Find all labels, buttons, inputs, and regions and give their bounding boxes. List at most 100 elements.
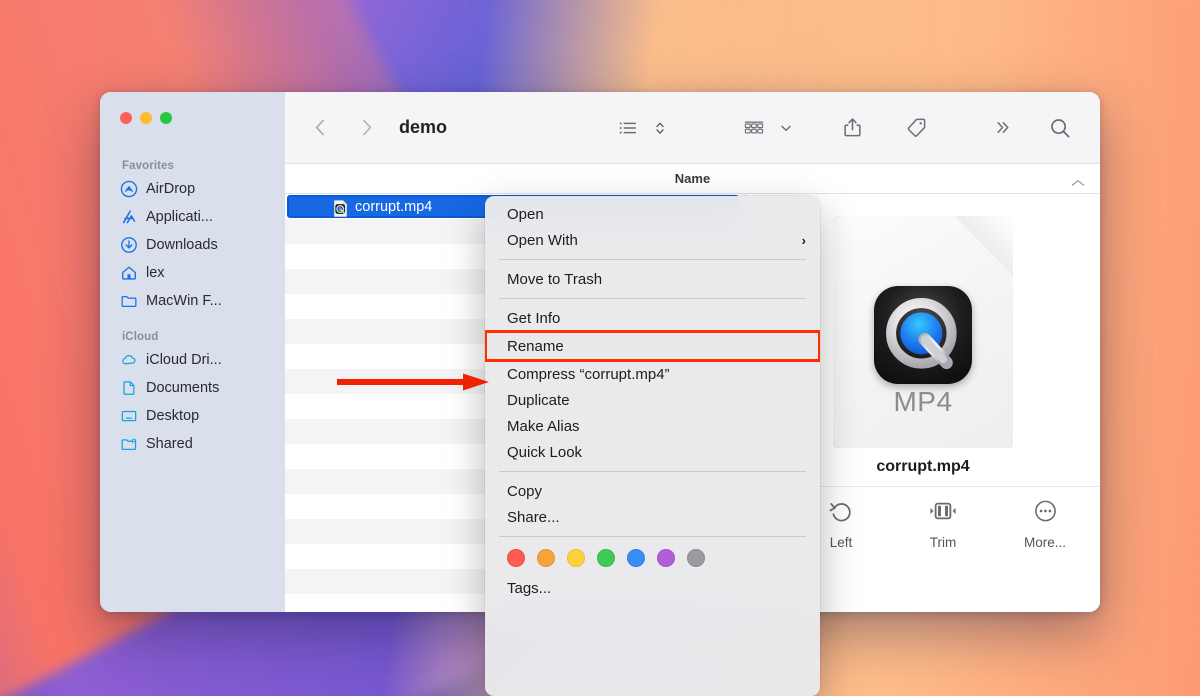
menu-item-label: Open With bbox=[507, 231, 578, 249]
zoom-button[interactable] bbox=[160, 112, 172, 124]
sidebar-item-label: lex bbox=[146, 264, 165, 281]
menu-item-label: Duplicate bbox=[507, 391, 570, 409]
menu-item-quick-look[interactable]: Quick Look bbox=[485, 439, 820, 465]
sort-chevrons-button[interactable] bbox=[648, 111, 672, 145]
menu-item-share[interactable]: Share... bbox=[485, 504, 820, 530]
close-button[interactable] bbox=[120, 112, 132, 124]
quicktime-icon bbox=[874, 286, 972, 384]
sidebar-item-label: Shared bbox=[146, 435, 193, 452]
menu-item-label: Compress “corrupt.mp4” bbox=[507, 365, 670, 383]
sidebar-item-label: AirDrop bbox=[146, 180, 196, 197]
back-button[interactable] bbox=[303, 111, 337, 145]
file-name-label: corrupt.mp4 bbox=[355, 198, 433, 215]
sidebar-item-shared[interactable]: Shared bbox=[100, 430, 285, 458]
airdrop-icon bbox=[120, 180, 138, 198]
file-type-label: MP4 bbox=[893, 386, 953, 417]
menu-item-label: Get Info bbox=[507, 309, 561, 327]
menu-item-open-with[interactable]: Open With › bbox=[485, 227, 820, 253]
sidebar-section-favorites-title: Favorites bbox=[122, 160, 175, 172]
sidebar-item-home[interactable]: lex bbox=[100, 259, 285, 287]
menu-item-make-alias[interactable]: Make Alias bbox=[485, 413, 820, 439]
sidebar-item-documents[interactable]: Documents bbox=[100, 374, 285, 402]
sidebar-item-desktop[interactable]: Desktop bbox=[100, 402, 285, 430]
menu-item-label: Move to Trash bbox=[507, 270, 603, 288]
window-title: demo bbox=[399, 117, 448, 137]
menu-item-duplicate[interactable]: Duplicate bbox=[485, 387, 820, 413]
icloud-icon bbox=[120, 351, 138, 369]
folder-icon bbox=[120, 292, 138, 310]
annotation-arrow bbox=[337, 372, 492, 392]
sidebar-item-downloads[interactable]: Downloads bbox=[100, 231, 285, 259]
sidebar-item-label: Applicati... bbox=[146, 208, 213, 225]
tag-button[interactable] bbox=[896, 111, 936, 145]
menu-item-label: Tags... bbox=[507, 579, 552, 597]
menu-item-compress[interactable]: Compress “corrupt.mp4” bbox=[485, 361, 820, 387]
menu-item-get-info[interactable]: Get Info bbox=[485, 305, 820, 331]
menu-item-move-to-trash[interactable]: Move to Trash bbox=[485, 266, 820, 292]
minimize-button[interactable] bbox=[140, 112, 152, 124]
tag-swatch-yellow[interactable] bbox=[567, 549, 585, 567]
sidebar-item-applications[interactable]: Applicati... bbox=[100, 203, 285, 231]
column-header-name[interactable]: Name bbox=[285, 171, 1100, 186]
sidebar-item-airdrop[interactable]: AirDrop bbox=[100, 175, 285, 203]
sidebar-item-label: Downloads bbox=[146, 236, 218, 253]
sidebar-item-label: MacWin F... bbox=[146, 292, 222, 309]
sidebar-item-macwin-folder[interactable]: MacWin F... bbox=[100, 287, 285, 315]
menu-item-open[interactable]: Open bbox=[485, 201, 820, 227]
more-action[interactable]: More... bbox=[1013, 499, 1077, 550]
chevron-up-icon bbox=[1070, 175, 1086, 193]
sidebar-section-icloud-title: iCloud bbox=[122, 331, 159, 343]
document-icon bbox=[120, 379, 138, 397]
forward-button[interactable] bbox=[349, 111, 383, 145]
trim-action[interactable]: Trim bbox=[911, 499, 975, 550]
menu-item-label: Make Alias bbox=[507, 417, 580, 435]
menu-item-tags[interactable]: Tags... bbox=[485, 575, 820, 601]
search-button[interactable] bbox=[1040, 111, 1080, 145]
menu-separator bbox=[499, 471, 806, 472]
tag-swatch-red[interactable] bbox=[507, 549, 525, 567]
file-preview-icon: MP4 bbox=[833, 216, 1013, 448]
quicktime-file-icon bbox=[331, 199, 350, 222]
applications-icon bbox=[120, 208, 138, 226]
share-button[interactable] bbox=[832, 111, 872, 145]
menu-item-label: Copy bbox=[507, 482, 543, 500]
tag-swatch-gray[interactable] bbox=[687, 549, 705, 567]
menu-item-label: Open bbox=[507, 205, 544, 223]
sidebar-item-label: Desktop bbox=[146, 407, 200, 424]
view-controls bbox=[608, 111, 672, 145]
column-header: Name bbox=[285, 164, 1100, 194]
toolbar: demo bbox=[285, 92, 1100, 164]
action-label: Trim bbox=[929, 535, 957, 550]
home-icon bbox=[120, 264, 138, 282]
list-view-button[interactable] bbox=[608, 111, 648, 145]
more-ellipsis-icon bbox=[1032, 499, 1059, 528]
tag-color-swatches bbox=[485, 543, 820, 571]
action-label: More... bbox=[1023, 535, 1066, 550]
menu-item-rename[interactable]: Rename bbox=[485, 330, 820, 362]
menu-separator bbox=[499, 259, 806, 260]
action-label: Left bbox=[829, 535, 853, 550]
sidebar-item-icloud-drive[interactable]: iCloud Dri... bbox=[100, 346, 285, 374]
sidebar-item-label: iCloud Dri... bbox=[146, 351, 222, 368]
group-controls bbox=[734, 111, 798, 145]
chevron-right-icon: › bbox=[801, 232, 806, 248]
sidebar: Favorites AirDrop Applicati... Downloads… bbox=[100, 92, 285, 612]
tag-swatch-green[interactable] bbox=[597, 549, 615, 567]
menu-item-copy[interactable]: Copy bbox=[485, 478, 820, 504]
tag-swatch-blue[interactable] bbox=[627, 549, 645, 567]
more-toolbar-button[interactable] bbox=[982, 111, 1022, 145]
window-controls bbox=[100, 102, 285, 124]
desktop-icon bbox=[120, 407, 138, 425]
group-by-button[interactable] bbox=[734, 111, 774, 145]
menu-item-label: Share... bbox=[507, 508, 560, 526]
menu-separator bbox=[499, 536, 806, 537]
context-menu: Open Open With › Move to Trash Get Info … bbox=[485, 196, 820, 696]
menu-separator bbox=[499, 298, 806, 299]
shared-folder-icon bbox=[120, 435, 138, 453]
menu-item-label: Quick Look bbox=[507, 443, 583, 461]
tag-swatch-orange[interactable] bbox=[537, 549, 555, 567]
chevron-down-icon[interactable] bbox=[774, 111, 798, 145]
tag-swatch-purple[interactable] bbox=[657, 549, 675, 567]
sidebar-item-label: Documents bbox=[146, 379, 220, 396]
rotate-left-icon bbox=[827, 499, 855, 528]
